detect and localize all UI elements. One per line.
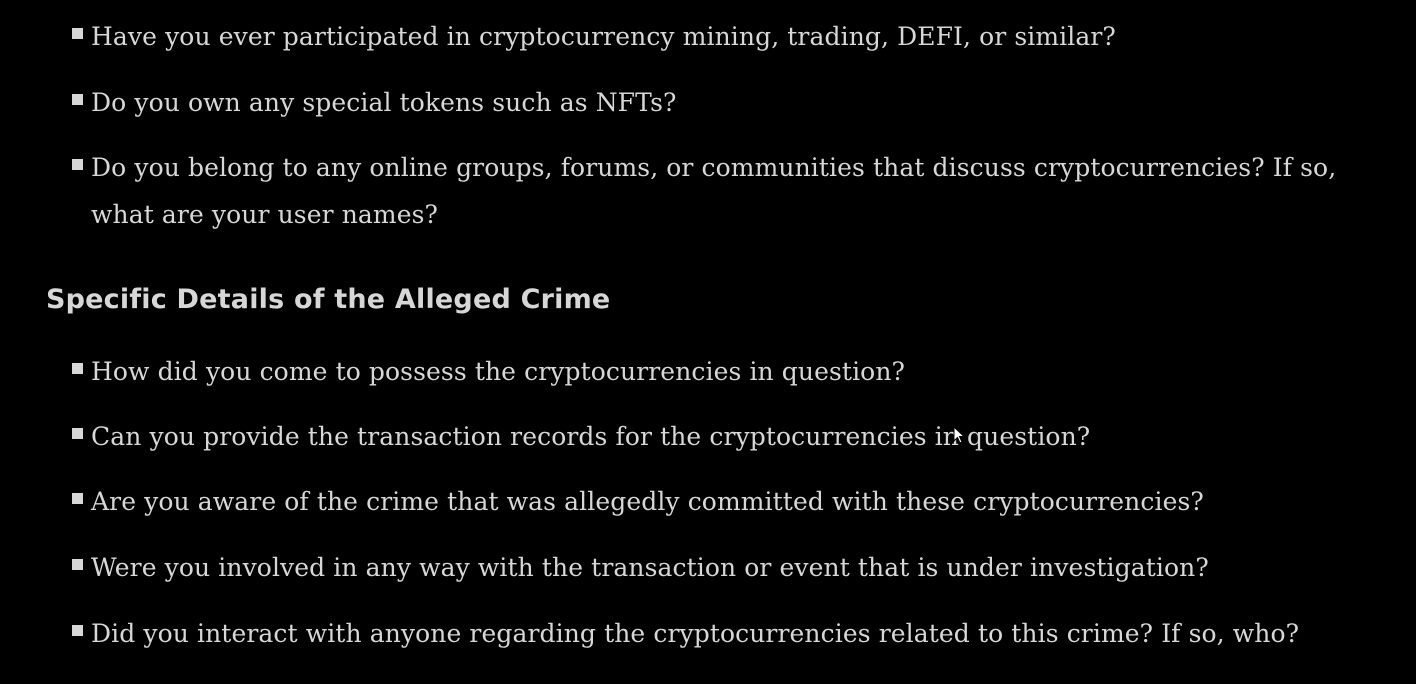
list-item: Can you provide the transaction records … bbox=[72, 413, 1362, 460]
square-bullet-icon bbox=[72, 363, 83, 374]
square-bullet-icon bbox=[72, 559, 83, 570]
list-item: Did you interact with anyone regarding t… bbox=[72, 610, 1362, 657]
list-item: Are you aware of the crime that was alle… bbox=[72, 478, 1362, 525]
list-item: Were you involved in any way with the tr… bbox=[72, 544, 1362, 591]
question-text: Have you ever participated in cryptocurr… bbox=[91, 22, 1116, 51]
question-text: Do you belong to any online groups, foru… bbox=[91, 153, 1337, 229]
list-item: Have you ever participated in cryptocurr… bbox=[72, 13, 1362, 60]
list-item: Do you belong to any online groups, foru… bbox=[72, 144, 1362, 238]
list-item: How did you come to possess the cryptocu… bbox=[72, 348, 1362, 395]
list-item: Do you own any special tokens such as NF… bbox=[72, 79, 1362, 126]
section-heading: Specific Details of the Alleged Crime bbox=[46, 284, 611, 315]
square-bullet-icon bbox=[72, 493, 83, 504]
square-bullet-icon bbox=[72, 28, 83, 39]
square-bullet-icon bbox=[72, 625, 83, 636]
square-bullet-icon bbox=[72, 159, 83, 170]
question-text: Do you own any special tokens such as NF… bbox=[91, 88, 677, 117]
question-text: How did you come to possess the cryptocu… bbox=[91, 357, 906, 386]
question-text: Are you aware of the crime that was alle… bbox=[91, 487, 1204, 516]
question-text: Can you provide the transaction records … bbox=[91, 422, 1091, 451]
square-bullet-icon bbox=[72, 428, 83, 439]
question-text: Did you interact with anyone regarding t… bbox=[91, 619, 1300, 648]
question-text: Were you involved in any way with the tr… bbox=[91, 553, 1209, 582]
square-bullet-icon bbox=[72, 94, 83, 105]
mouse-pointer-icon bbox=[953, 426, 965, 444]
